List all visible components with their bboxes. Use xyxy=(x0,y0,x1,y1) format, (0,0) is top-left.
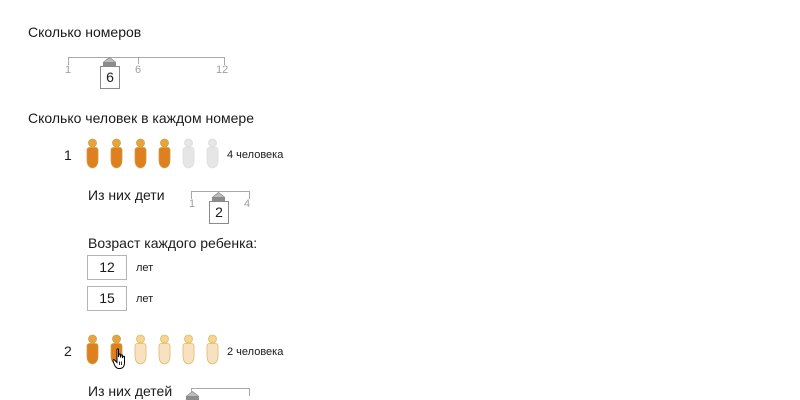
rooms-slider-max-label: 12 xyxy=(216,64,229,76)
children-slider-max-label: 4 xyxy=(244,198,251,210)
age-unit-label: лет xyxy=(136,262,154,274)
child-ages-label: Возраст каждого ребенка: xyxy=(88,235,258,251)
child-age-input[interactable]: 12 xyxy=(87,255,127,280)
person-icon[interactable] xyxy=(157,334,172,366)
person-icon[interactable] xyxy=(181,138,196,170)
person-icon[interactable] xyxy=(205,334,220,366)
person-icon[interactable] xyxy=(157,138,172,170)
age-unit-label: лет xyxy=(136,293,154,305)
children-slider-track[interactable] xyxy=(191,388,250,396)
room-number: 2 xyxy=(64,343,72,359)
person-icon[interactable] xyxy=(85,334,100,366)
children-label: Из них дети xyxy=(88,187,165,203)
slider-thumb-icon[interactable] xyxy=(186,391,199,400)
rooms-slider-mid-tick xyxy=(138,57,139,64)
slider-thumb-icon[interactable] xyxy=(212,192,225,201)
rooms-slider-track[interactable] xyxy=(68,57,225,65)
person-icon[interactable] xyxy=(85,138,100,170)
person-icon[interactable] xyxy=(109,138,124,170)
children-slider-value[interactable]: 2 xyxy=(209,201,229,224)
slider-thumb-icon[interactable] xyxy=(103,57,116,66)
children-slider-min-label: 1 xyxy=(189,198,196,210)
child-age-input[interactable]: 15 xyxy=(87,286,127,311)
hand-cursor-icon xyxy=(112,348,125,369)
children-label: Из них детей xyxy=(88,383,173,399)
room-people-count: 2 человека xyxy=(227,346,284,358)
person-icon[interactable] xyxy=(181,334,196,366)
person-icon[interactable] xyxy=(205,138,220,170)
people-per-room-label: Сколько человек в каждом номере xyxy=(28,110,254,126)
person-icon[interactable] xyxy=(133,138,148,170)
rooms-count-label: Сколько номеров xyxy=(28,24,142,40)
rooms-slider-min-label: 1 xyxy=(65,64,72,76)
room-people-count: 4 человека xyxy=(227,149,284,161)
person-icon[interactable] xyxy=(133,334,148,366)
rooms-slider-value[interactable]: 6 xyxy=(100,66,120,89)
room-number: 1 xyxy=(64,147,72,163)
rooms-slider-mid-label: 6 xyxy=(135,64,142,76)
